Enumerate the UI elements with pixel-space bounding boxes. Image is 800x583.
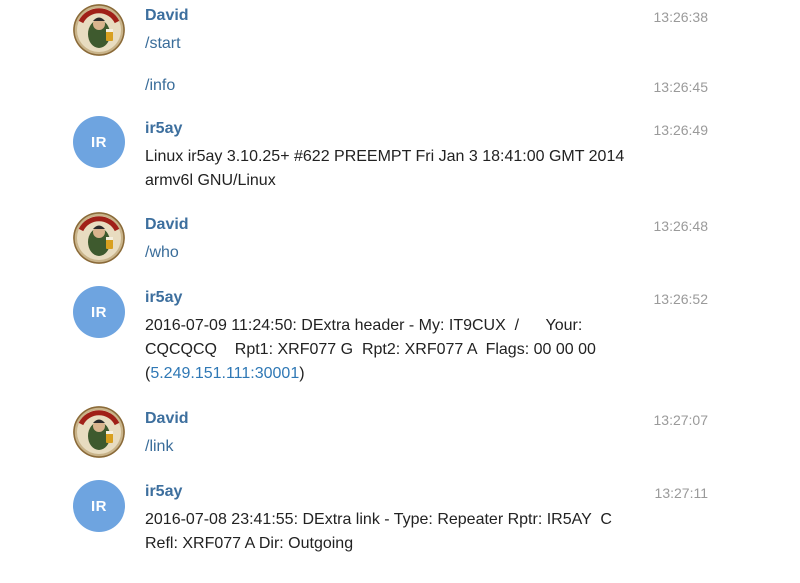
sender-name[interactable]: David — [145, 410, 189, 428]
ip-address-link[interactable]: 5.249.151.111:30001 — [150, 365, 299, 382]
message-timestamp: 13:26:45 — [653, 79, 709, 95]
bot-avatar-ir5ay[interactable]: IR — [73, 286, 125, 338]
sender-name[interactable]: ir5ay — [145, 120, 182, 138]
user-avatar-david[interactable] — [73, 4, 125, 56]
message-text-part: ) — [299, 365, 305, 382]
beer-label-avatar-icon — [73, 406, 125, 458]
message-timestamp: 13:26:48 — [653, 218, 709, 234]
message-text: 2016-07-09 11:24:50: DExtra header - My:… — [145, 314, 635, 386]
beer-label-avatar-icon — [73, 4, 125, 56]
message-text[interactable]: /link — [145, 435, 635, 459]
message-timestamp: 13:27:11 — [654, 485, 708, 501]
sender-name[interactable]: ir5ay — [145, 483, 182, 501]
message-text[interactable]: /info — [145, 74, 635, 98]
beer-label-avatar-icon — [73, 212, 125, 264]
message-timestamp: 13:27:07 — [653, 412, 709, 428]
sender-name[interactable]: ir5ay — [145, 289, 182, 307]
message-timestamp: 13:26:49 — [653, 122, 709, 138]
sender-name[interactable]: David — [145, 7, 189, 25]
bot-avatar-ir5ay[interactable]: IR — [73, 116, 125, 168]
message-text[interactable]: /who — [145, 241, 635, 265]
message-text: 2016-07-08 23:41:55: DExtra link - Type:… — [145, 511, 612, 552]
message-timestamp: 13:26:52 — [653, 291, 709, 307]
chat-history: David 13:26:38 /start 13:26:45 /info IR … — [0, 0, 800, 583]
sender-name[interactable]: David — [145, 216, 189, 234]
user-avatar-david[interactable] — [73, 406, 125, 458]
message-text[interactable]: /start — [145, 32, 635, 56]
user-avatar-david[interactable] — [73, 212, 125, 264]
message-timestamp: 13:26:38 — [653, 9, 709, 25]
bot-avatar-ir5ay[interactable]: IR — [73, 480, 125, 532]
message-text: Linux ir5ay 3.10.25+ #622 PREEMPT Fri Ja… — [145, 148, 625, 189]
